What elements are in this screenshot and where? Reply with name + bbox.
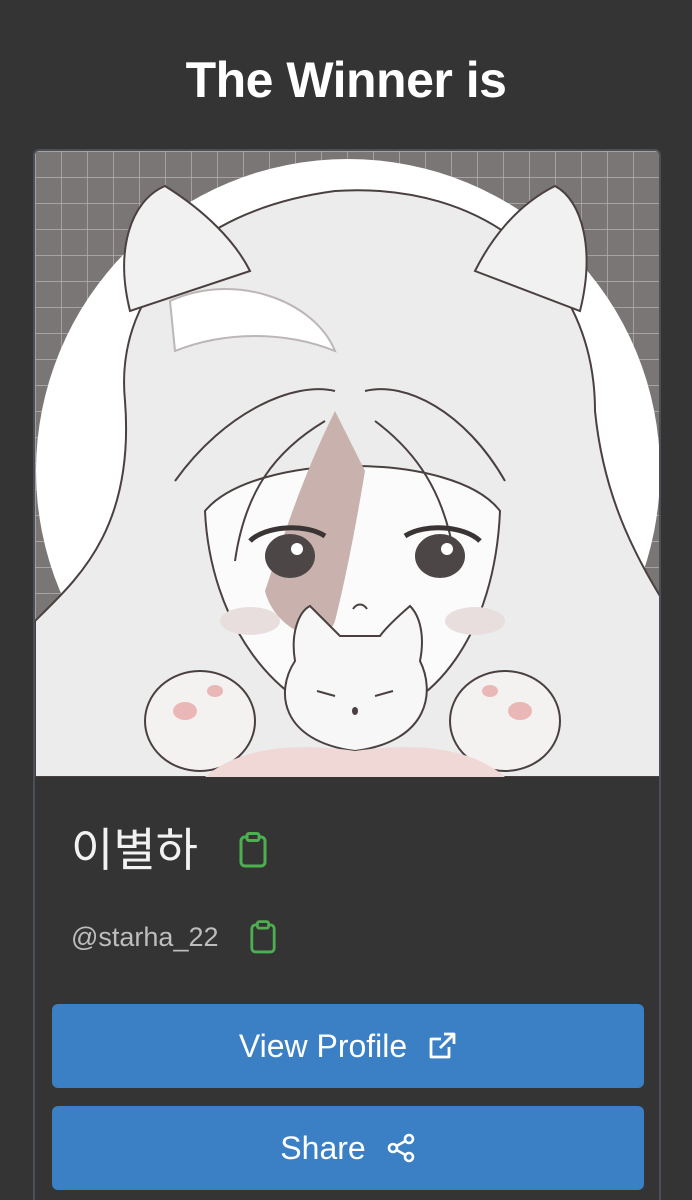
page-title: The Winner is [185, 52, 507, 108]
copy-handle-button[interactable] [249, 920, 277, 954]
share-button[interactable]: Share [52, 1106, 644, 1190]
winner-page: The Winner is 이별하 @starha_22 View Profil… [0, 0, 692, 1200]
display-name: 이별하 [71, 823, 198, 877]
user-handle: @starha_22 [71, 922, 219, 952]
avatar [35, 151, 659, 777]
winner-card: 이별하 @starha_22 View Profile Share [33, 149, 661, 1200]
display-name-row: 이별하 [71, 815, 268, 885]
external-link-icon [427, 1031, 457, 1061]
view-profile-button[interactable]: View Profile [52, 1004, 644, 1088]
copy-name-button[interactable] [238, 832, 268, 868]
handle-row: @starha_22 [71, 913, 277, 961]
share-icon [386, 1133, 416, 1163]
view-profile-label: View Profile [238, 1028, 408, 1064]
clipboard-icon [239, 832, 267, 868]
clipboard-icon [249, 920, 276, 954]
share-label: Share [280, 1130, 366, 1166]
